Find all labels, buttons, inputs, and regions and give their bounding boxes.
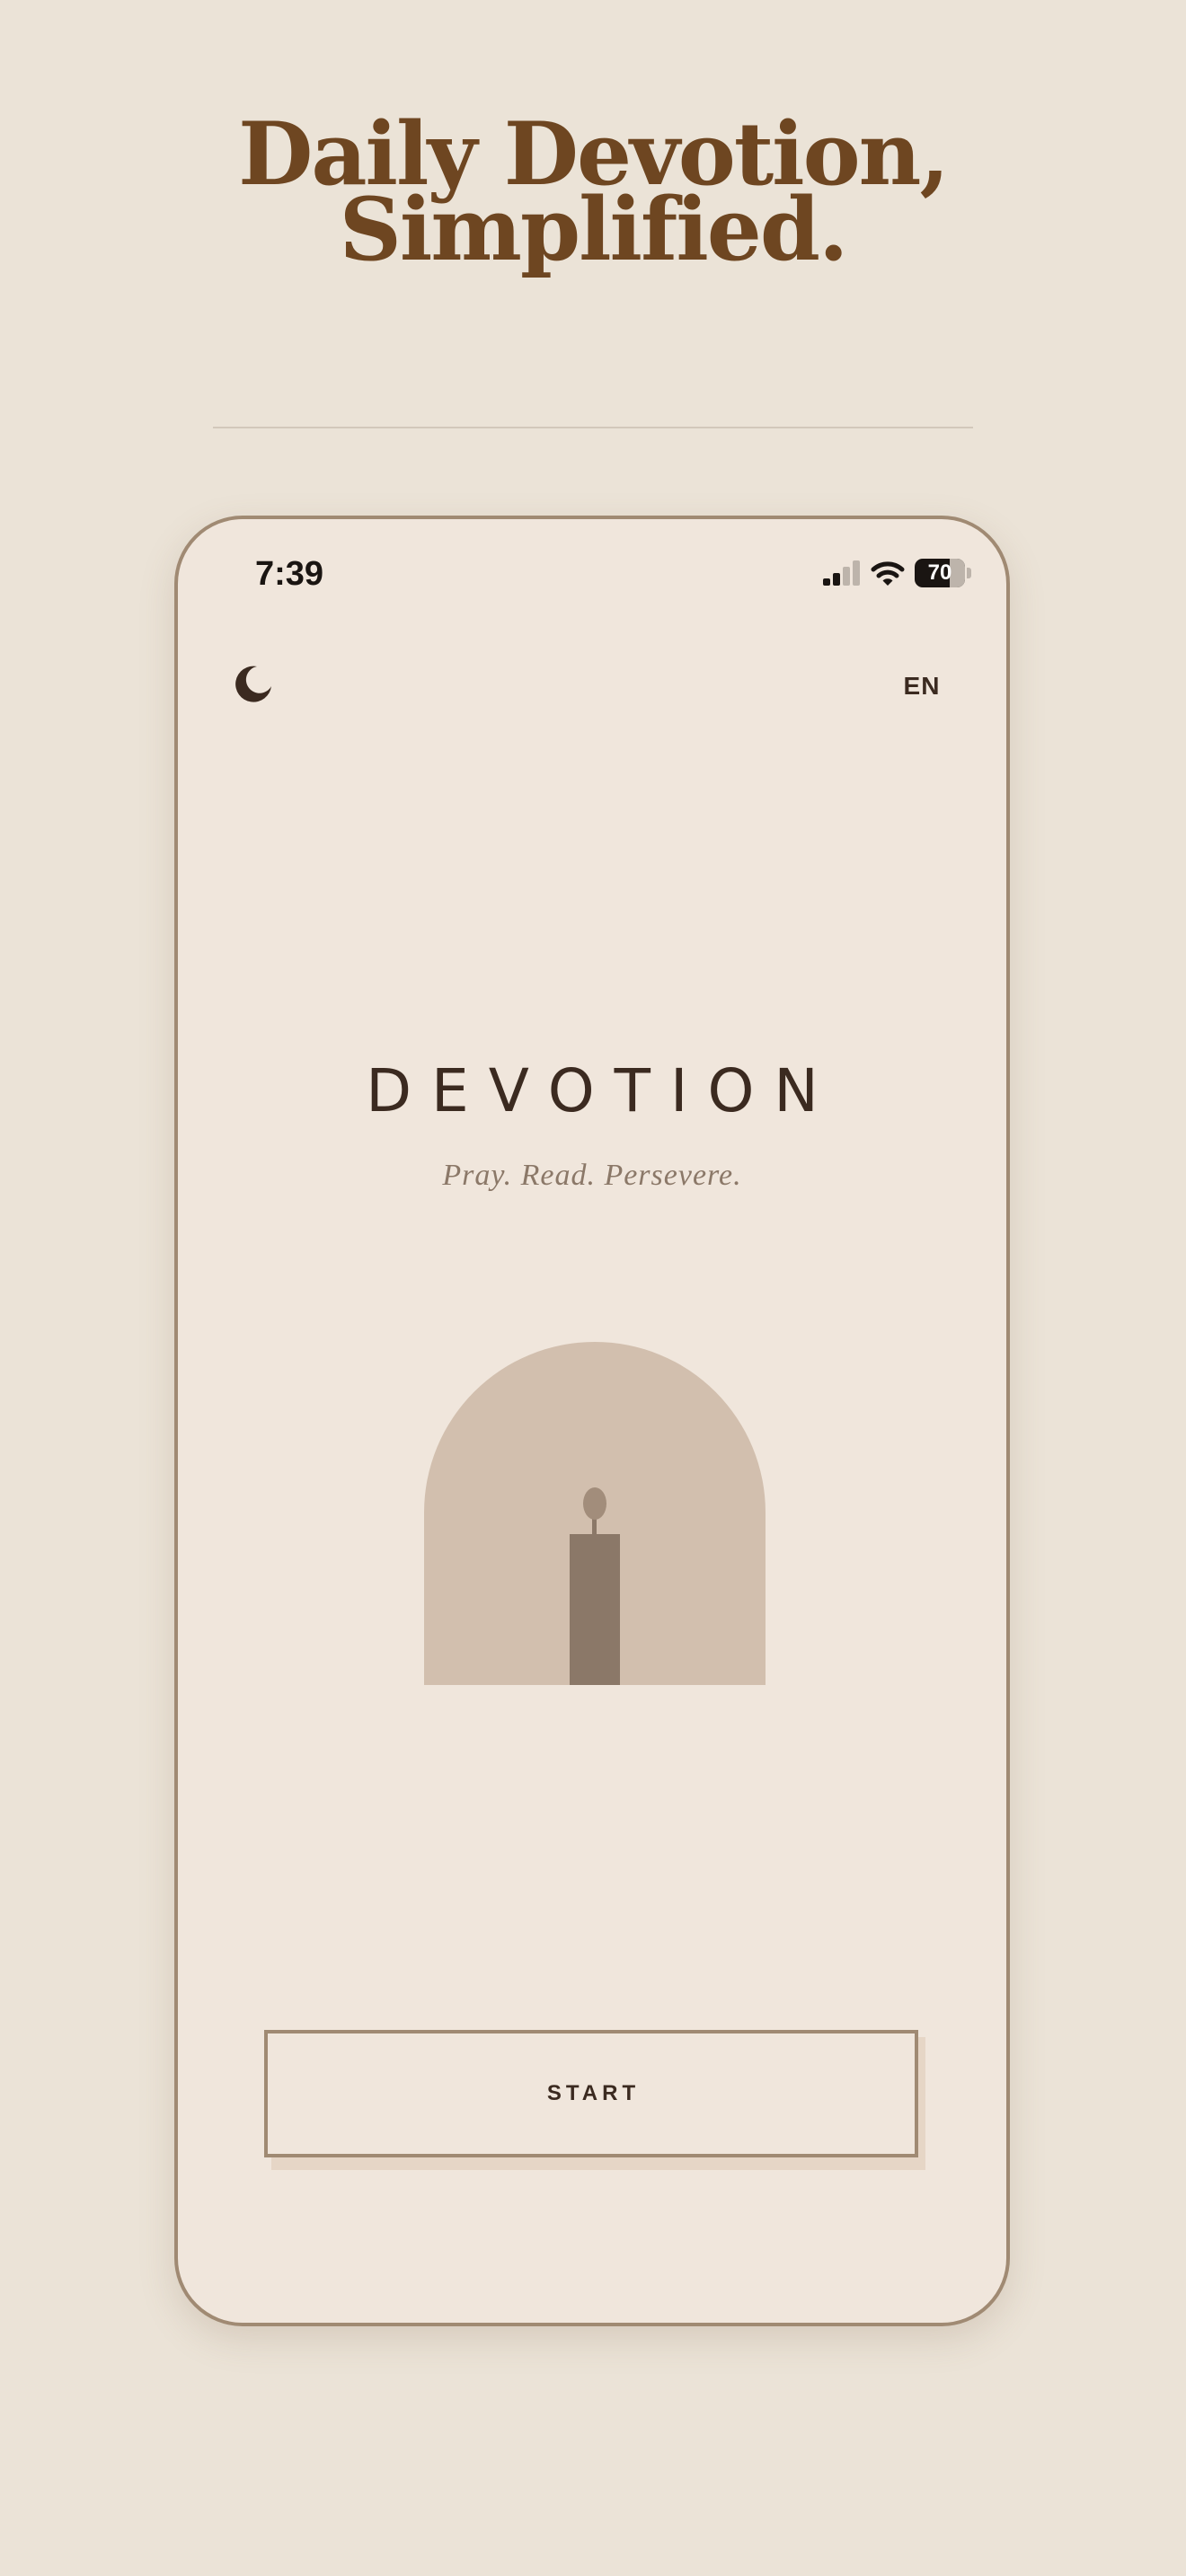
candle-wick <box>592 1518 597 1536</box>
start-button[interactable]: START <box>264 2030 918 2157</box>
phone-frame: 7:39 70 EN DEVOTION Pray. Read. Persever… <box>174 516 1010 2326</box>
candle-body <box>570 1534 620 1685</box>
signal-bar <box>853 560 860 586</box>
theme-toggle-button[interactable] <box>230 661 277 708</box>
arch-candle-illustration <box>424 1342 766 1685</box>
candle-flame <box>583 1487 606 1520</box>
page-headline: Daily Devotion, Simplified. <box>0 111 1186 280</box>
crescent-moon-icon <box>235 666 271 702</box>
tagline: Pray. Read. Persevere. <box>442 1159 742 1192</box>
wifi-icon <box>871 561 905 586</box>
divider <box>213 427 973 428</box>
battery-tip <box>967 568 971 578</box>
signal-bar <box>843 567 850 586</box>
headline-line-2: Simplified. <box>339 179 849 280</box>
cellular-signal-icon <box>823 560 861 586</box>
battery-icon: 70 <box>915 559 972 587</box>
language-toggle[interactable]: EN <box>895 668 949 704</box>
signal-bar <box>833 573 840 586</box>
signal-bar <box>823 578 830 586</box>
status-icons: 70 <box>823 555 976 591</box>
app-title: DEVOTION <box>366 1056 838 1125</box>
battery-level: 70 <box>927 560 952 585</box>
battery-body: 70 <box>915 559 965 587</box>
status-time: 7:39 <box>255 555 324 593</box>
